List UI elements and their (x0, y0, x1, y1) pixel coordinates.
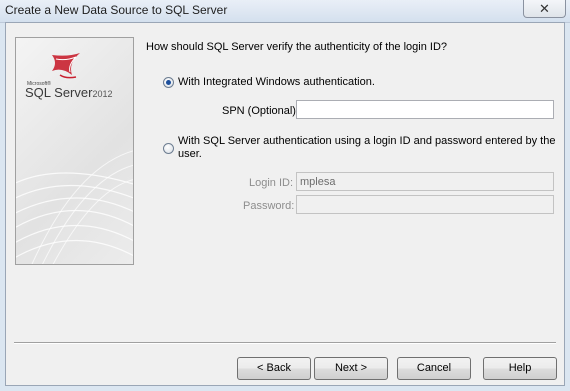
sql-server-logo-icon (52, 53, 80, 79)
password-label: Password: (243, 200, 295, 212)
cancel-button[interactable]: Cancel (397, 357, 471, 380)
dialog-body: Microsoft® SQL Server2012 How should SQL… (5, 22, 565, 386)
radio-windows-auth-label[interactable]: With Integrated Windows authentication. (178, 76, 375, 88)
radio-sql-auth-label[interactable]: With SQL Server authentication using a l… (178, 135, 562, 161)
login-id-input[interactable] (296, 172, 554, 191)
radio-windows-auth[interactable] (163, 77, 174, 88)
auth-question: How should SQL Server verify the authent… (146, 41, 448, 53)
next-button[interactable]: Next > (314, 357, 388, 380)
title-bar: Create a New Data Source to SQL Server ✕ (0, 0, 570, 23)
help-button[interactable]: Help (483, 357, 557, 380)
spn-label: SPN (Optional): (222, 105, 300, 117)
close-button[interactable]: ✕ (523, 0, 566, 18)
spn-input[interactable] (296, 100, 554, 119)
sql-server-logo-panel: Microsoft® SQL Server2012 (15, 37, 134, 265)
window-title: Create a New Data Source to SQL Server (5, 3, 228, 17)
product-label: SQL Server (25, 85, 93, 100)
close-icon: ✕ (539, 1, 550, 16)
password-input[interactable] (296, 195, 554, 214)
login-id-label: Login ID: (249, 177, 294, 189)
back-button[interactable]: < Back (237, 357, 311, 380)
radio-sql-auth[interactable] (163, 143, 174, 154)
product-version: 2012 (92, 89, 113, 99)
product-name: SQL Server2012 (25, 85, 112, 100)
footer-divider (14, 342, 556, 344)
